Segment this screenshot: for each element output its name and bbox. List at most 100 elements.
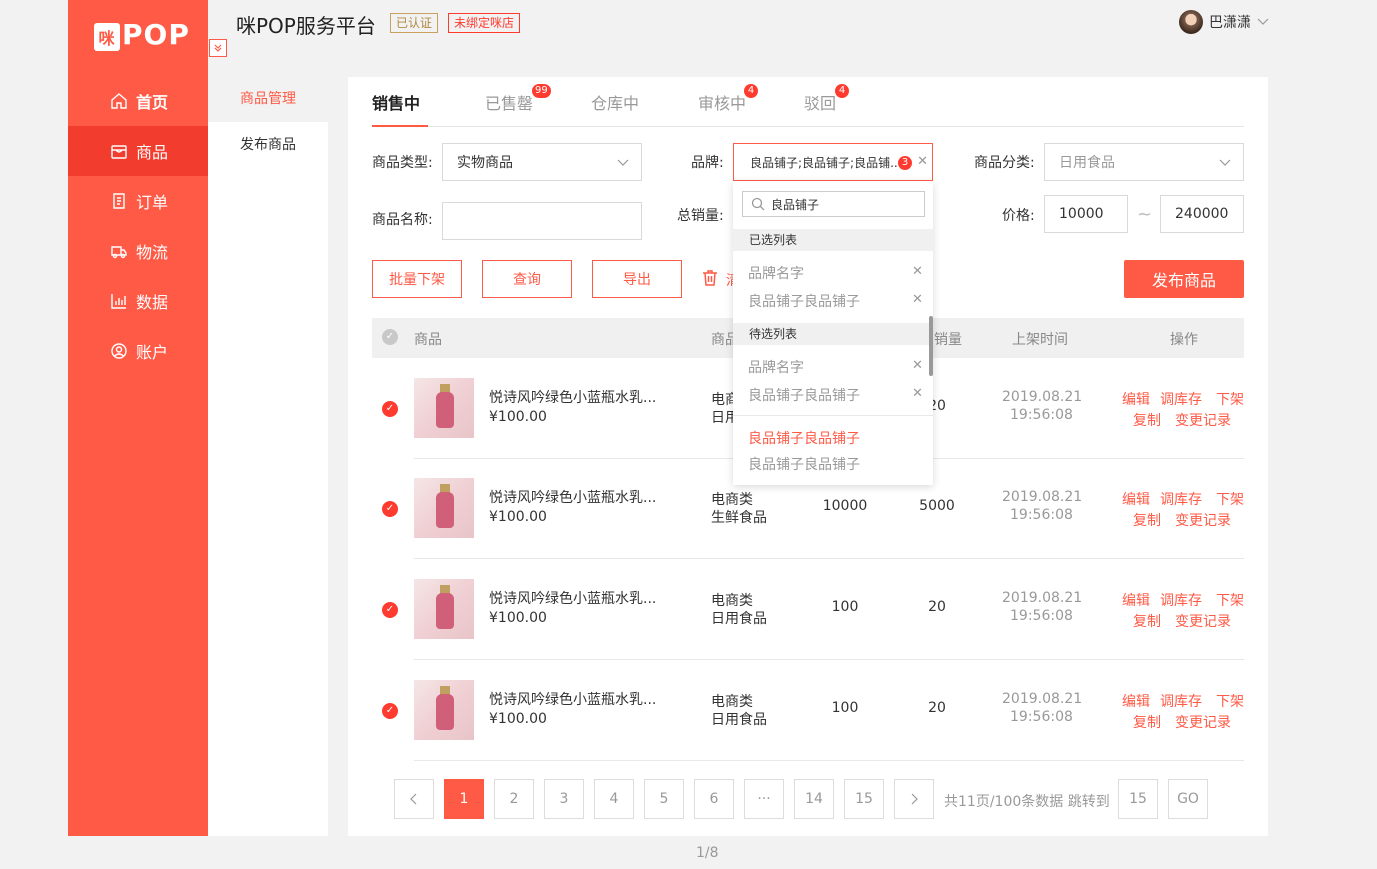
row-checkbox[interactable]: ✓ bbox=[382, 401, 398, 417]
nav-item-products[interactable]: 商品 bbox=[68, 126, 208, 176]
copy-link[interactable]: 复制 bbox=[1133, 410, 1161, 430]
product-price: ¥100.00 bbox=[489, 711, 547, 727]
adjust-stock-link[interactable]: 调库存 bbox=[1160, 691, 1202, 711]
chevron-right-icon bbox=[911, 793, 918, 805]
close-icon[interactable]: ✕ bbox=[917, 154, 928, 169]
subnav-item-publish-product[interactable]: 发布商品 bbox=[208, 122, 328, 168]
page-button[interactable]: 5 bbox=[644, 779, 684, 819]
page-button[interactable]: 6 bbox=[694, 779, 734, 819]
change-log-link[interactable]: 变更记录 bbox=[1175, 611, 1231, 631]
sales-value: 20 bbox=[928, 700, 946, 716]
pending-brand-item[interactable]: 品牌名字 bbox=[748, 357, 804, 377]
tab-on-sale[interactable]: 销售中 bbox=[372, 90, 420, 114]
select-all-checkbox[interactable]: ✓ bbox=[382, 329, 398, 345]
brand-search-input[interactable]: 良品铺子 bbox=[742, 191, 925, 217]
publish-product-button[interactable]: 发布商品 bbox=[1124, 260, 1244, 298]
copy-link[interactable]: 复制 bbox=[1133, 510, 1161, 530]
stock-value: 10000 bbox=[822, 498, 868, 514]
product-name-input[interactable] bbox=[442, 202, 642, 240]
adjust-stock-link[interactable]: 调库存 bbox=[1160, 389, 1202, 409]
tab-under-review[interactable]: 审核中 4 bbox=[698, 84, 758, 114]
unbound-store-badge[interactable]: 未绑定咪店 bbox=[448, 13, 521, 33]
total-sales-label: 总销量: bbox=[677, 208, 724, 224]
change-log-link[interactable]: 变更记录 bbox=[1175, 712, 1231, 732]
nav-item-data[interactable]: 数据 bbox=[68, 276, 208, 326]
brand-count-badge: 3 bbox=[898, 156, 912, 170]
category-select[interactable]: 日用食品 bbox=[1044, 143, 1244, 181]
close-icon[interactable]: ✕ bbox=[912, 386, 923, 401]
brand-option[interactable]: 良品铺子良品铺子 bbox=[748, 428, 860, 448]
page-ellipsis[interactable]: ··· bbox=[744, 779, 784, 819]
list-time: 19:56:08 bbox=[1010, 507, 1073, 523]
product-name[interactable]: 悦诗风吟绿色小蓝瓶水乳... bbox=[489, 689, 656, 709]
page-button[interactable]: 3 bbox=[544, 779, 584, 819]
subnav-item-product-management[interactable]: 商品管理 bbox=[208, 76, 328, 122]
off-shelf-link[interactable]: 下架 bbox=[1216, 389, 1244, 409]
brand-option[interactable]: 良品铺子良品铺子 bbox=[748, 454, 860, 474]
edit-link[interactable]: 编辑 bbox=[1122, 489, 1150, 509]
tab-rejected[interactable]: 驳回 4 bbox=[804, 84, 849, 114]
price-label: 价格: bbox=[1002, 208, 1035, 224]
double-chevron-down-icon[interactable] bbox=[209, 39, 227, 57]
prev-page-button[interactable] bbox=[394, 779, 434, 819]
brand-value: 良品铺子;良品铺子;良品铺... bbox=[750, 155, 902, 170]
product-name[interactable]: 悦诗风吟绿色小蓝瓶水乳... bbox=[489, 487, 656, 507]
dropdown-scrollbar[interactable] bbox=[929, 316, 933, 376]
product-thumbnail[interactable] bbox=[414, 680, 474, 740]
page-button[interactable]: 4 bbox=[594, 779, 634, 819]
product-name[interactable]: 悦诗风吟绿色小蓝瓶水乳... bbox=[489, 588, 656, 608]
nav-item-orders[interactable]: 订单 bbox=[68, 176, 208, 226]
copy-link[interactable]: 复制 bbox=[1133, 611, 1161, 631]
row-checkbox[interactable]: ✓ bbox=[382, 602, 398, 618]
row-checkbox[interactable]: ✓ bbox=[382, 703, 398, 719]
off-shelf-link[interactable]: 下架 bbox=[1216, 489, 1244, 509]
edit-link[interactable]: 编辑 bbox=[1122, 590, 1150, 610]
batch-off-shelf-button[interactable]: 批量下架 bbox=[372, 260, 462, 298]
off-shelf-link[interactable]: 下架 bbox=[1216, 691, 1244, 711]
jump-page-input[interactable]: 15 bbox=[1118, 779, 1158, 819]
nav-item-home[interactable]: 首页 bbox=[68, 76, 208, 126]
adjust-stock-link[interactable]: 调库存 bbox=[1160, 489, 1202, 509]
close-icon[interactable]: ✕ bbox=[912, 264, 923, 279]
page-button[interactable]: 2 bbox=[494, 779, 534, 819]
status-tabs: 销售中 已售罄 99 仓库中 审核中 4 驳回 4 bbox=[372, 76, 1244, 127]
logo[interactable]: 咪 POP bbox=[94, 18, 190, 51]
adjust-stock-link[interactable]: 调库存 bbox=[1160, 590, 1202, 610]
close-icon[interactable]: ✕ bbox=[912, 358, 923, 373]
selected-brand-item[interactable]: 品牌名字 bbox=[748, 263, 804, 283]
product-thumbnail[interactable] bbox=[414, 478, 474, 538]
price-min-input[interactable]: 10000 bbox=[1044, 195, 1128, 233]
off-shelf-link[interactable]: 下架 bbox=[1216, 590, 1244, 610]
user-menu[interactable]: 巴潇潇 bbox=[1179, 10, 1269, 34]
product-thumbnail[interactable] bbox=[414, 378, 474, 438]
nav-item-logistics[interactable]: 物流 bbox=[68, 226, 208, 276]
page-button[interactable]: 14 bbox=[794, 779, 834, 819]
product-type-select[interactable]: 实物商品 bbox=[442, 143, 642, 181]
sidebar: 咪 POP 首页 商品 订单 物流 数据 账户 bbox=[68, 0, 208, 836]
page-button[interactable]: 15 bbox=[844, 779, 884, 819]
nav-item-account[interactable]: 账户 bbox=[68, 326, 208, 376]
product-name[interactable]: 悦诗风吟绿色小蓝瓶水乳... bbox=[489, 387, 656, 407]
close-icon[interactable]: ✕ bbox=[912, 292, 923, 307]
home-icon bbox=[110, 92, 128, 110]
row-checkbox[interactable]: ✓ bbox=[382, 501, 398, 517]
copy-link[interactable]: 复制 bbox=[1133, 712, 1161, 732]
selected-brand-item[interactable]: 良品铺子良品铺子 bbox=[748, 291, 860, 311]
edit-link[interactable]: 编辑 bbox=[1122, 691, 1150, 711]
change-log-link[interactable]: 变更记录 bbox=[1175, 410, 1231, 430]
price-max-input[interactable]: 240000 bbox=[1160, 195, 1244, 233]
export-button[interactable]: 导出 bbox=[592, 260, 682, 298]
brand-multiselect[interactable]: 良品铺子;良品铺子;良品铺... 3 ✕ bbox=[733, 143, 933, 181]
product-thumbnail[interactable] bbox=[414, 579, 474, 639]
next-page-button[interactable] bbox=[894, 779, 934, 819]
page-button[interactable]: 1 bbox=[444, 779, 484, 819]
query-button[interactable]: 查询 bbox=[482, 260, 572, 298]
tab-warehouse[interactable]: 仓库中 bbox=[591, 90, 639, 114]
tab-sold-out[interactable]: 已售罄 99 bbox=[485, 84, 551, 114]
product-price: ¥100.00 bbox=[489, 409, 547, 425]
edit-link[interactable]: 编辑 bbox=[1122, 389, 1150, 409]
pending-brand-item[interactable]: 良品铺子良品铺子 bbox=[748, 385, 860, 405]
go-button[interactable]: GO bbox=[1168, 779, 1208, 819]
change-log-link[interactable]: 变更记录 bbox=[1175, 510, 1231, 530]
tab-count-badge: 4 bbox=[835, 84, 849, 98]
